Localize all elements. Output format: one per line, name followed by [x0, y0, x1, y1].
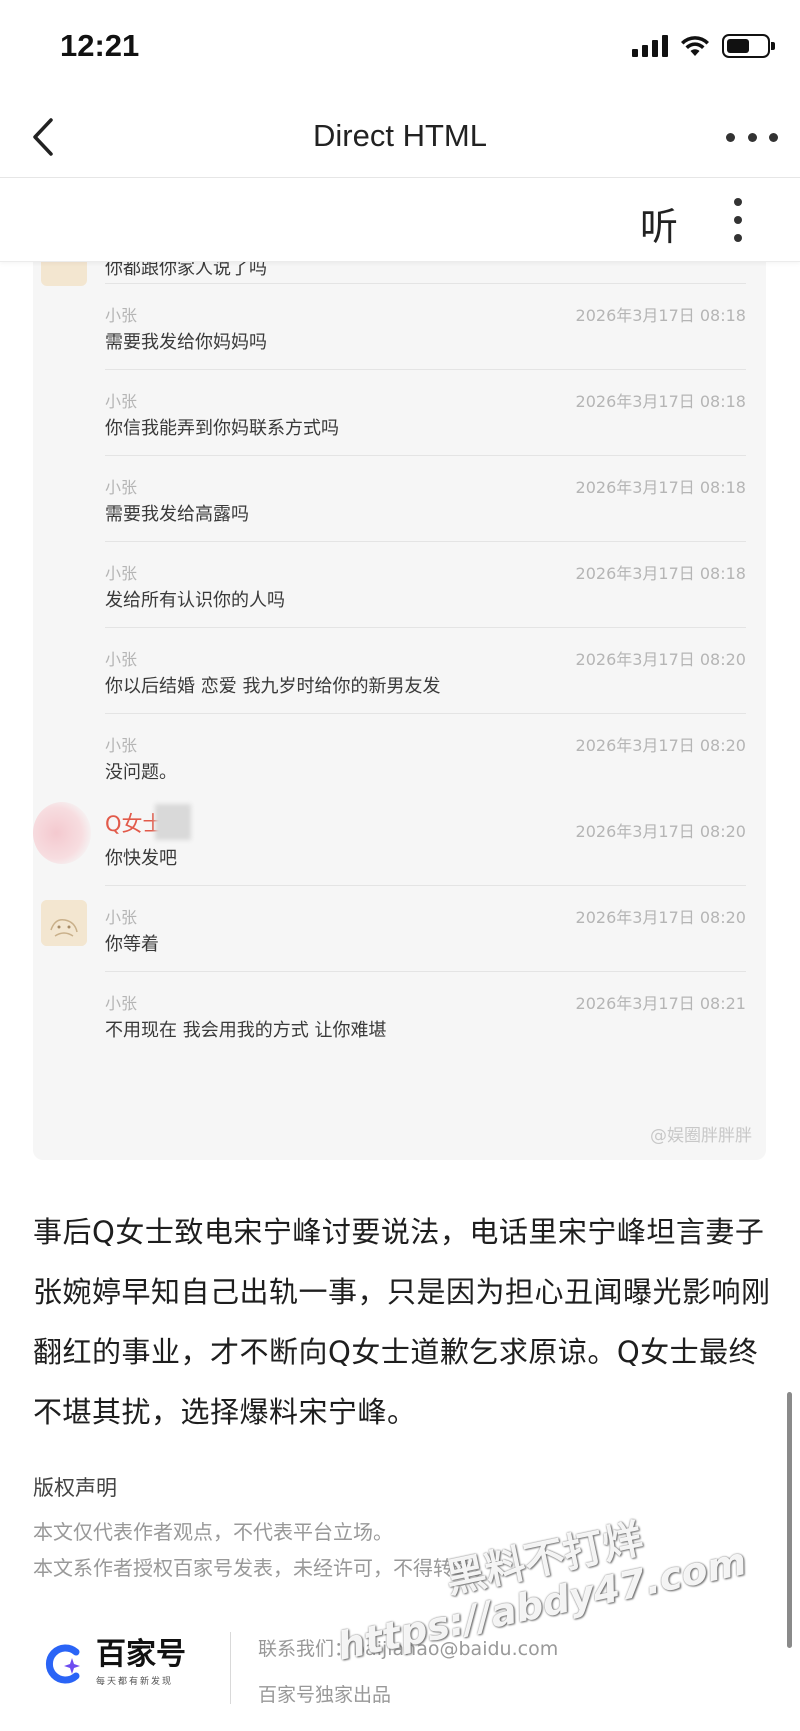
status-time: 12:21	[60, 28, 140, 63]
article-paragraph: 事后Q女士致电宋宁峰讨要说法，电话里宋宁峰坦言妻子张婉婷早知自己出轨一事，只是因…	[33, 1215, 771, 1429]
message-sender: 小张	[105, 564, 138, 583]
avatar	[41, 900, 87, 946]
divider	[105, 455, 746, 456]
message-text: 你等着	[105, 934, 159, 955]
message-text: 你以后结婚 恋爱 我九岁时给你的新男友发	[105, 676, 441, 697]
divider	[105, 541, 746, 542]
message-time: 2026年3月17日 08:20	[575, 736, 746, 755]
status-icons	[632, 34, 775, 58]
avatar	[33, 802, 91, 864]
listen-button[interactable]: 听	[640, 196, 678, 251]
dot-icon	[734, 216, 742, 224]
cat-avatar-icon	[41, 900, 87, 946]
chat-screenshot-image: 你都跟你家人说了吗 小张 2026年3月17日 08:18 需要我发给你妈妈吗 …	[33, 262, 766, 1160]
dot-icon	[769, 132, 778, 142]
wifi-icon	[681, 36, 709, 56]
contact-link[interactable]: 联系我们：baijiahao@baidu.com	[258, 1634, 558, 1661]
divider	[105, 369, 746, 370]
message-text: 发给所有认识你的人吗	[105, 590, 285, 611]
logo-slogan: 每天都有新发现	[96, 1677, 174, 1687]
message-text: 你快发吧	[105, 848, 177, 869]
avatar	[41, 262, 87, 286]
more-button[interactable]	[726, 122, 778, 152]
scrollbar[interactable]	[787, 1392, 792, 1648]
dot-icon	[734, 198, 742, 206]
battery-icon	[722, 34, 775, 58]
message-time: 2026年3月17日 08:18	[575, 478, 746, 497]
divider	[230, 1632, 231, 1704]
copyright-title: 版权声明	[33, 1476, 117, 1500]
copyright-line: 本文系作者授权百家号发表，未经许可，不得转载。	[33, 1556, 493, 1580]
message-time: 2026年3月17日 08:21	[575, 994, 746, 1013]
message-time: 2026年3月17日 08:20	[575, 908, 746, 927]
baijiahao-logo[interactable]: 百家号 每天都有新发现	[42, 1640, 186, 1687]
message-text: 没问题。	[105, 762, 177, 783]
exclusive-label: 百家号独家出品	[258, 1684, 392, 1706]
message-text: 你信我能弄到你妈联系方式吗	[105, 418, 339, 439]
divider	[105, 971, 746, 972]
article-toolbar: 听	[0, 178, 800, 262]
message-sender: 小张	[105, 994, 138, 1013]
nav-bar: Direct HTML	[0, 96, 800, 178]
message-text: 需要我发给高露吗	[105, 504, 249, 525]
watermark-line: 黑料不打烊	[441, 1516, 648, 1603]
message-sender: 小张	[105, 306, 138, 325]
message-sender: 小张	[105, 650, 138, 669]
message-time: 2026年3月17日 08:20	[575, 822, 746, 841]
logo-name: 百家号	[96, 1637, 186, 1672]
article-menu-button[interactable]	[728, 198, 748, 242]
message-time: 2026年3月17日 08:18	[575, 564, 746, 583]
page-title: Direct HTML	[313, 118, 487, 153]
divider	[105, 283, 746, 284]
message-text: 你都跟你家人说了吗	[105, 262, 267, 279]
message-time: 2026年3月17日 08:18	[575, 392, 746, 411]
divider	[105, 713, 746, 714]
divider	[105, 627, 746, 628]
message-sender: 小张	[105, 392, 138, 411]
copyright-line: 本文仅代表作者观点，不代表平台立场。	[33, 1520, 393, 1544]
message-text: 不用现在 我会用我的方式 让你难堪	[105, 1020, 387, 1041]
redaction-blur	[155, 804, 191, 840]
message-time: 2026年3月17日 08:18	[575, 306, 746, 325]
divider	[105, 885, 746, 886]
message-text: 需要我发给你妈妈吗	[105, 332, 267, 353]
footer: 百家号 每天都有新发现 联系我们：baijiahao@baidu.com 百家号…	[0, 1620, 800, 1731]
dot-icon	[747, 132, 757, 142]
dot-icon	[734, 234, 742, 242]
dot-icon	[726, 132, 735, 142]
cellular-signal-icon	[632, 35, 668, 57]
image-watermark: @娱圈胖胖胖	[650, 1126, 752, 1146]
message-sender: 小张	[105, 908, 138, 927]
baijiahao-logo-icon	[45, 1644, 80, 1683]
message-sender: 小张	[105, 736, 138, 755]
message-time: 2026年3月17日 08:20	[575, 650, 746, 669]
message-sender: 小张	[105, 478, 138, 497]
status-bar: 12:21	[0, 0, 800, 96]
